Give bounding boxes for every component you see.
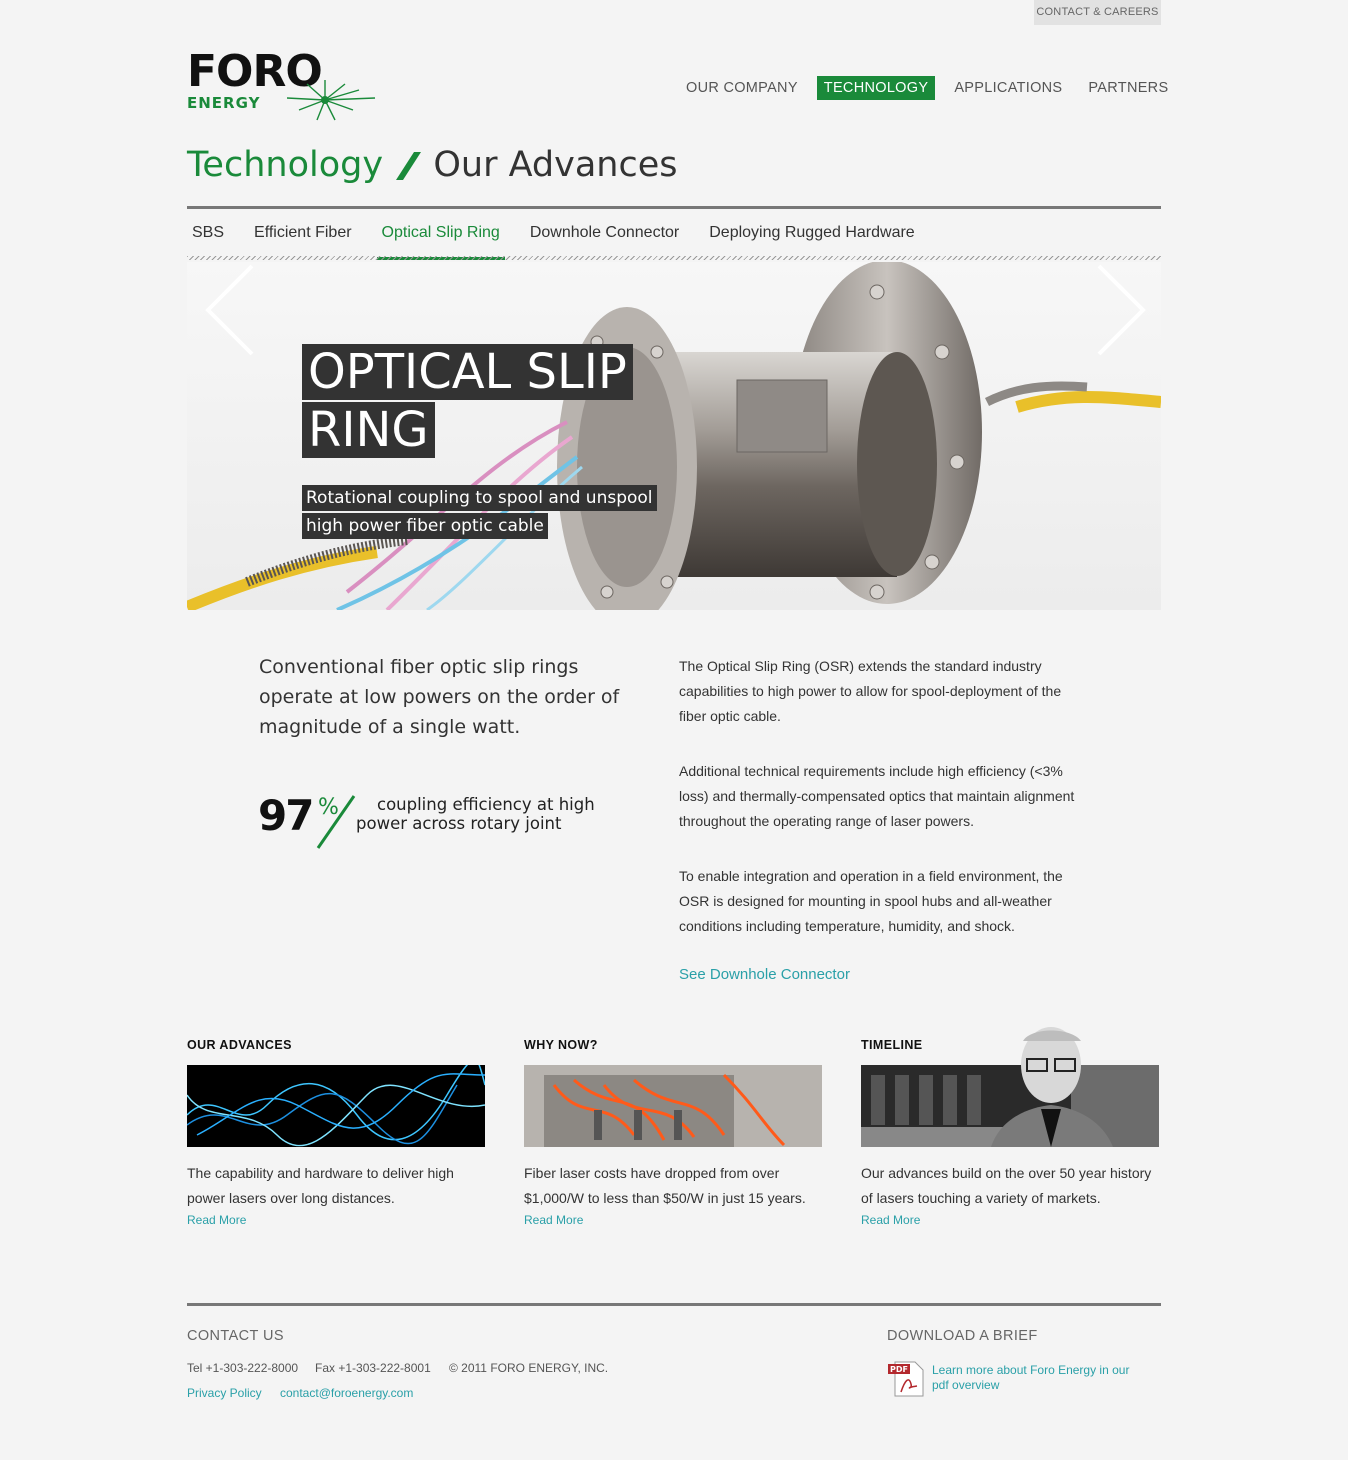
email-link[interactable]: contact@foroenergy.com (280, 1386, 413, 1400)
stat-desc-line2: power across rotary joint (356, 814, 562, 833)
light-waves-image[interactable] (186, 1059, 486, 1147)
pdf-icon[interactable]: PDF (887, 1360, 925, 1398)
historical-portrait-image[interactable] (861, 1027, 1159, 1147)
subnav-downhole-connector[interactable]: Downhole Connector (525, 220, 684, 260)
subnav-hatch-divider (187, 256, 1161, 260)
card-text: Our advances build on the over 50 year h… (861, 1165, 1152, 1206)
read-more-link[interactable]: Read More (524, 1213, 583, 1227)
stat-value: 97 (258, 791, 314, 840)
lead-text: Conventional fiber optic slip rings oper… (259, 656, 620, 738)
footer-divider (187, 1303, 1161, 1306)
page-title-section: Technology (187, 145, 384, 185)
stat-unit: % (318, 795, 339, 820)
header-divider (187, 206, 1161, 209)
hero-subtitle-line2: high power fiber optic cable (302, 513, 548, 539)
pdf-overview-link[interactable]: Learn more about Foro Energy in our pdf … (932, 1363, 1147, 1393)
timeline-card: TIMELINE Our advances build on the over … (861, 1027, 1161, 1229)
hero-title-line2: RING (302, 402, 435, 458)
hero-title-line1: OPTICAL SLIP (302, 344, 633, 400)
read-more-link[interactable]: Read More (187, 1213, 246, 1227)
nav-partners[interactable]: PARTNERS (1081, 76, 1175, 100)
subnav-sbs[interactable]: SBS (187, 220, 229, 260)
subnav-efficient-fiber[interactable]: Efficient Fiber (249, 220, 357, 260)
see-downhole-connector-link[interactable]: See Downhole Connector (679, 966, 850, 983)
subnav-deploying-rugged-hardware[interactable]: Deploying Rugged Hardware (704, 220, 919, 260)
main-nav: OUR COMPANY TECHNOLOGY APPLICATIONS PART… (667, 76, 1175, 100)
subnav-optical-slip-ring[interactable]: Optical Slip Ring (376, 220, 505, 260)
footer-copyright: © 2011 FORO ENERGY, INC. (449, 1361, 609, 1375)
svg-text:PDF: PDF (890, 1365, 908, 1374)
page-title-main: Our Advances (433, 145, 678, 185)
page-title: Technology Our Advances (187, 140, 678, 190)
foro-energy-logo[interactable]: FORO ENERGY (187, 50, 377, 122)
our-advances-card: OUR ADVANCES The capability and hardware… (186, 1038, 487, 1229)
nav-technology[interactable]: TECHNOLOGY (816, 76, 936, 100)
hero-slider: OPTICAL SLIP RING Rotational coupling to… (187, 262, 1161, 610)
logo-starburst-icon (287, 80, 376, 121)
stat-description: coupling efficiency at high power across… (356, 795, 626, 833)
stat-desc-line1: coupling efficiency at high (377, 795, 595, 814)
nav-our-company[interactable]: OUR COMPANY (679, 76, 805, 100)
next-arrow-icon[interactable] (1089, 262, 1149, 358)
footer-tel: Tel +1-303-222-8000 (187, 1361, 299, 1375)
read-more-link[interactable]: Read More (861, 1213, 920, 1227)
card-text: The capability and hardware to deliver h… (187, 1165, 454, 1206)
title-slash-icon (396, 152, 422, 180)
hero-subtitle-line1: Rotational coupling to spool and unspool (302, 485, 657, 511)
prev-arrow-icon[interactable] (202, 262, 262, 358)
why-now-card: WHY NOW? Fiber laser costs have dropped … (524, 1038, 824, 1229)
body-text: The Optical Slip Ring (OSR) extends the … (679, 654, 1089, 969)
body-paragraph: The Optical Slip Ring (OSR) extends the … (679, 658, 1062, 724)
body-paragraph: Additional technical requirements includ… (679, 763, 1075, 829)
footer-fax: Fax +1-303-222-8001 (315, 1361, 431, 1375)
card-heading: OUR ADVANCES (187, 1038, 292, 1052)
card-text: Fiber laser costs have dropped from over… (524, 1165, 806, 1206)
card-heading: WHY NOW? (524, 1038, 598, 1052)
privacy-policy-link[interactable]: Privacy Policy (187, 1386, 262, 1400)
contact-us-heading: CONTACT US (187, 1328, 284, 1344)
sub-nav: SBS Efficient Fiber Optical Slip Ring Do… (187, 220, 940, 260)
contact-careers-link[interactable]: CONTACT & CAREERS (1034, 0, 1161, 25)
body-paragraph: To enable integration and operation in a… (679, 868, 1063, 934)
laser-rack-image[interactable] (524, 1065, 822, 1147)
nav-applications[interactable]: APPLICATIONS (947, 76, 1069, 100)
download-brief-heading: DOWNLOAD A BRIEF (887, 1328, 1038, 1344)
logo-energy-text: ENERGY (187, 94, 261, 112)
